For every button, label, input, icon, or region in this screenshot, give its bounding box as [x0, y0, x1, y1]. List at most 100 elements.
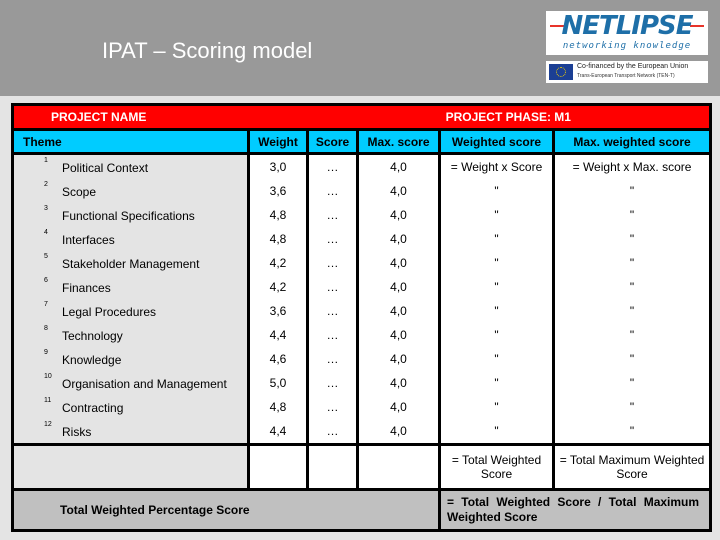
weight-cell: 4,2 — [247, 275, 309, 299]
theme-cell: 2 Scope — [11, 179, 250, 203]
max-weighted-score-cell: " — [551, 179, 713, 203]
theme-row: 3 Functional Specifications 4,8… 4,0 " " — [11, 203, 713, 227]
weight-cell: 3,6 — [247, 179, 309, 203]
totals-weight-cell — [247, 443, 309, 491]
column-header-max-weighted-score: Max. weighted score — [551, 128, 713, 155]
max-weighted-score-cell: " — [551, 371, 713, 395]
score-cell: … — [306, 153, 359, 179]
theme-row: 10 Organisation and Management 5,0… 4,0 " " — [11, 371, 713, 395]
score-cell: … — [306, 323, 359, 347]
theme-number: 11 — [44, 397, 52, 404]
score-cell: … — [306, 275, 359, 299]
theme-row: 2 Scope 3,6… 4,0 " " — [11, 179, 713, 203]
weight-cell: 4,4 — [247, 419, 309, 445]
score-cell: … — [306, 251, 359, 275]
theme-cell: 11 Contracting — [11, 395, 250, 419]
score-cell: … — [306, 203, 359, 227]
weighted-score-cell: " — [438, 227, 555, 251]
max-score-cell: 4,0 — [356, 153, 441, 179]
theme-cell: 7 Legal Procedures — [11, 299, 250, 323]
eu-cofinance-badge: Co-financed by the European Union Trans-… — [546, 61, 708, 83]
weighted-score-cell: " — [438, 323, 555, 347]
weighted-score-cell: " — [438, 395, 555, 419]
eu-badge-line1: Co-financed by the European Union — [577, 63, 689, 70]
theme-row: 4 Interfaces 4,8… 4,0 " " — [11, 227, 713, 251]
total-weighted-score: = Total Weighted Score — [438, 443, 555, 491]
column-header-row: Theme Weight Score Max. score Weighted s… — [11, 128, 713, 155]
max-weighted-score-cell: " — [551, 299, 713, 323]
project-name-label: PROJECT NAME — [12, 104, 308, 131]
column-header-max-score: Max. score — [356, 128, 441, 155]
theme-number: 9 — [44, 349, 48, 356]
theme-number: 5 — [44, 253, 48, 260]
project-header-row: PROJECT NAME PROJECT PHASE: M1 — [12, 104, 711, 131]
page-title: IPAT – Scoring model — [102, 38, 313, 63]
weighted-score-cell: " — [438, 299, 555, 323]
theme-name: Contracting — [62, 401, 124, 415]
max-weighted-score-cell: " — [551, 395, 713, 419]
percentage-score-formula: = Total Weighted Score / Total Maximum W… — [439, 488, 713, 532]
theme-name: Organisation and Management — [62, 377, 227, 391]
weighted-score-cell: " — [438, 347, 555, 371]
weight-cell: 5,0 — [247, 371, 309, 395]
weight-cell: 4,2 — [247, 251, 309, 275]
theme-name: Interfaces — [62, 233, 115, 247]
theme-cell: 12 Risks — [11, 419, 250, 445]
theme-cell: 8 Technology — [11, 323, 250, 347]
eu-flag-icon — [549, 64, 573, 80]
theme-row: 12 Risks 4,4… 4,0 " " — [11, 419, 713, 445]
totals-row: = Total Weighted Score = Total Maximum W… — [11, 443, 713, 491]
theme-row: 7 Legal Procedures 3,6… 4,0 " " — [11, 299, 713, 323]
theme-row: 1 Political Context 3,0… 4,0 = Weight x Scor… — [11, 153, 713, 179]
weight-cell: 3,6 — [247, 299, 309, 323]
theme-name: Stakeholder Management — [62, 257, 200, 271]
theme-cell: 6 Finances — [11, 275, 250, 299]
title-banner: IPAT – Scoring model NETLIPSE networking… — [0, 0, 720, 96]
weight-cell: 4,8 — [247, 395, 309, 419]
theme-number: 12 — [44, 421, 52, 428]
score-cell: … — [306, 299, 359, 323]
weighted-score-cell: " — [438, 203, 555, 227]
column-header-theme: Theme — [11, 128, 250, 155]
eu-badge-line2: Trans-European Transport Network (TEN-T) — [577, 73, 675, 79]
theme-row: 8 Technology 4,4… 4,0 " " — [11, 323, 713, 347]
weighted-score-cell: " — [438, 251, 555, 275]
max-weighted-score-cell: " — [551, 251, 713, 275]
theme-row: 5 Stakeholder Management 4,2… 4,0 " " — [11, 251, 713, 275]
theme-row: 9 Knowledge 4,6… 4,0 " " — [11, 347, 713, 371]
theme-cell: 1 Political Context — [11, 153, 250, 179]
theme-name: Technology — [62, 329, 123, 343]
theme-cell: 3 Functional Specifications — [11, 203, 250, 227]
score-cell: … — [306, 419, 359, 445]
theme-name: Knowledge — [62, 353, 122, 367]
column-header-weight: Weight — [247, 128, 309, 155]
theme-number: 8 — [44, 325, 48, 332]
max-score-cell: 4,0 — [356, 299, 441, 323]
weight-cell: 4,8 — [247, 227, 309, 251]
max-weighted-score-cell: " — [551, 323, 713, 347]
max-score-cell: 4,0 — [356, 275, 441, 299]
max-score-cell: 4,0 — [356, 419, 441, 445]
theme-cell: 4 Interfaces — [11, 227, 250, 251]
max-score-cell: 4,0 — [356, 347, 441, 371]
score-cell: … — [306, 395, 359, 419]
max-weighted-score-cell: " — [551, 419, 713, 445]
scoring-table: PROJECT NAME PROJECT PHASE: M1 Theme Wei… — [11, 103, 713, 532]
max-weighted-score-cell: " — [551, 203, 713, 227]
logo-tagline: networking knowledge — [562, 41, 692, 51]
max-score-cell: 4,0 — [356, 323, 441, 347]
theme-name: Finances — [62, 281, 111, 295]
max-weighted-score-cell: " — [551, 275, 713, 299]
score-cell: … — [306, 371, 359, 395]
max-weighted-score-cell: " — [551, 347, 713, 371]
weighted-score-cell: " — [438, 275, 555, 299]
max-score-cell: 4,0 — [356, 251, 441, 275]
logo-wordmark: NETLIPSE — [561, 11, 693, 41]
percentage-score-label: Total Weighted Percentage Score — [12, 488, 441, 532]
theme-row: 11 Contracting 4,8… 4,0 " " — [11, 395, 713, 419]
weight-cell: 4,4 — [247, 323, 309, 347]
totals-theme-cell — [11, 443, 250, 491]
theme-cell: 10 Organisation and Management — [11, 371, 250, 395]
max-score-cell: 4,0 — [356, 179, 441, 203]
weighted-score-cell: " — [438, 419, 555, 445]
